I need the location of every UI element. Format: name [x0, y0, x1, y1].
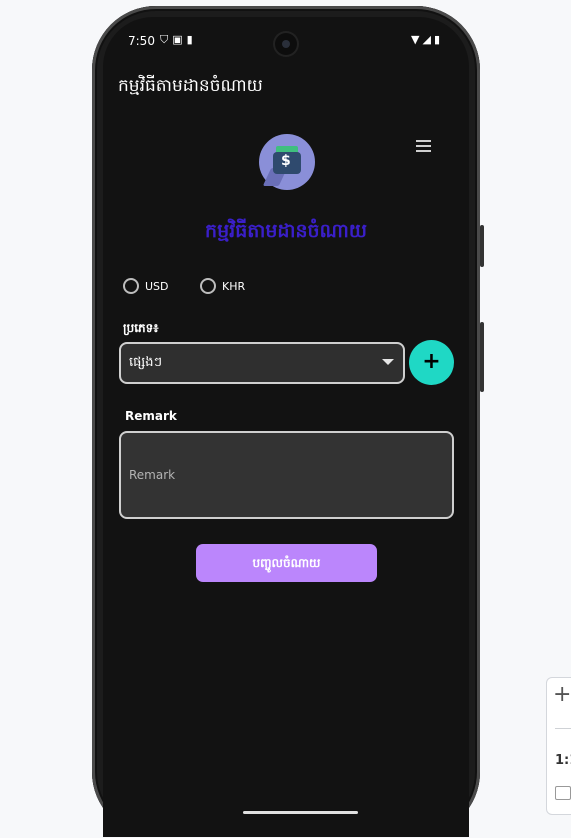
- remark-placeholder: Remark: [129, 468, 176, 482]
- fit-screen-icon[interactable]: [555, 786, 571, 800]
- radio-khr[interactable]: KHR: [200, 278, 245, 294]
- gesture-nav-bar[interactable]: [243, 811, 358, 814]
- category-dropdown[interactable]: ផ្សេងៗ: [119, 342, 405, 384]
- menu-icon[interactable]: [416, 140, 431, 152]
- a-icon: ▣: [172, 33, 187, 46]
- submit-expense-button[interactable]: បញ្ចូលចំណាយ: [196, 544, 377, 582]
- radio-usd-label: USD: [145, 279, 169, 293]
- shield-icon: ⛉: [160, 33, 173, 46]
- radio-circle[interactable]: [123, 278, 139, 294]
- dropdown-arrow-icon[interactable]: [382, 359, 394, 365]
- radio-usd[interactable]: USD: [123, 278, 169, 294]
- zoom-ratio-button[interactable]: 1:1: [555, 753, 571, 768]
- zoom-in-button[interactable]: +: [553, 682, 571, 707]
- divider: [555, 728, 571, 729]
- power-button: [480, 322, 484, 392]
- status-left-icons: ⛉▣▮: [160, 33, 197, 47]
- front-camera: [275, 33, 297, 55]
- wifi-icon: ▼: [411, 33, 423, 46]
- app-bar-title: កម្មវិធីតាមដានចំណាយ: [118, 76, 263, 96]
- remark-input[interactable]: Remark: [119, 431, 454, 519]
- app-screen: 7:50 ⛉▣▮ ▼◢▮ កម្មវិធីតាមដានចំណាយ $ កម្មវ…: [103, 17, 469, 837]
- signal-icon: ◢: [422, 33, 434, 46]
- status-time: 7:50: [128, 34, 155, 48]
- category-selected-value: ផ្សេងៗ: [129, 355, 163, 370]
- app-logo: $: [259, 134, 315, 190]
- radio-khr-label: KHR: [222, 279, 246, 293]
- add-category-button[interactable]: +: [409, 340, 454, 385]
- emulator-zoom-panel: + 1:1: [546, 677, 571, 815]
- radio-circle[interactable]: [200, 278, 216, 294]
- sd-card-icon: ▮: [186, 33, 197, 46]
- dollar-icon: $: [281, 153, 291, 169]
- remark-label: Remark: [125, 409, 177, 423]
- battery-icon: ▮: [433, 33, 443, 46]
- status-right-icons: ▼◢▮: [411, 33, 443, 46]
- category-label: ប្រភេទ៖: [123, 321, 159, 335]
- page-headline: កម្មវិធីតាមដានចំណាយ: [205, 220, 367, 242]
- volume-button: [480, 225, 484, 267]
